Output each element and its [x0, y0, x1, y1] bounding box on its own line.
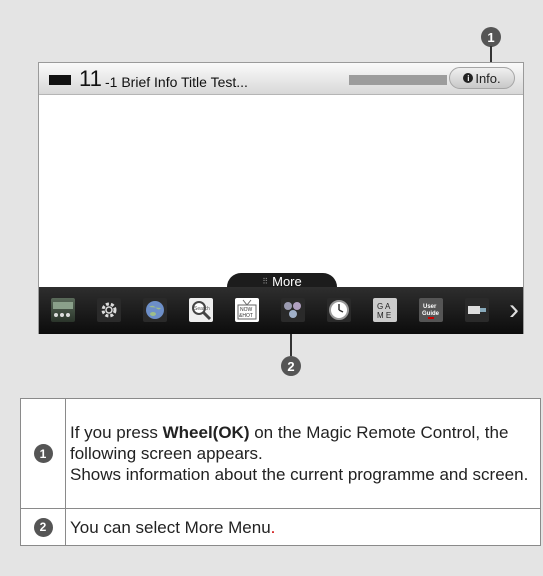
info-button-label: Info. [475, 70, 501, 86]
description-table: 1 If you press Wheel(OK) on the Magic Re… [20, 398, 541, 546]
search-icon[interactable]: Search [189, 298, 213, 322]
scroll-right-arrow-icon[interactable]: › [505, 292, 523, 328]
input-device-icon[interactable] [51, 298, 75, 322]
row-marker-1: 1 [33, 444, 53, 463]
more-menu-icon-bar: Search NOW &HOT G AM E User Guide › [39, 287, 523, 334]
info-icon: i [463, 73, 474, 83]
device-connector-icon[interactable] [465, 298, 489, 322]
grip-icon: ⠿ [262, 277, 269, 286]
clock-icon[interactable] [327, 298, 351, 322]
row-description: If you press Wheel(OK) on the Magic Remo… [65, 398, 541, 509]
tv-screen: 11 -1 Brief Info Title Test... i Info. ⠿… [38, 62, 524, 334]
svg-text:User: User [423, 304, 437, 310]
brief-info-bar: 11 -1 Brief Info Title Test... i Info. [39, 63, 523, 95]
callout-marker-2: 2 [281, 356, 301, 376]
svg-text:M E: M E [377, 311, 391, 320]
channel-title: -1 Brief Info Title Test... [105, 74, 248, 90]
channel-number: 11 [79, 66, 102, 91]
globe-icon[interactable] [143, 298, 167, 322]
row-description: You can select More Menu. [65, 508, 541, 546]
game-icon[interactable]: G AM E [373, 298, 397, 322]
svg-text:&HOT: &HOT [239, 313, 253, 319]
user-guide-icon[interactable]: User Guide [419, 298, 443, 322]
table-row: 2 You can select More Menu. [20, 508, 541, 546]
svg-text:Guide: Guide [422, 311, 440, 317]
svg-text:Search: Search [194, 306, 210, 312]
row-marker-2: 2 [33, 517, 53, 537]
info-button[interactable]: i Info. [449, 67, 515, 89]
callout-marker-1: 1 [481, 27, 501, 47]
smartshare-icon[interactable] [281, 298, 305, 322]
svg-text:G A: G A [377, 302, 391, 311]
row-marker-cell: 1 [20, 398, 66, 509]
programme-progress-bar [349, 75, 447, 85]
channel-type-icon [49, 75, 71, 85]
row-marker-cell: 2 [20, 508, 66, 546]
table-row: 1 If you press Wheel(OK) on the Magic Re… [20, 398, 541, 509]
now-and-hot-icon[interactable]: NOW &HOT [235, 298, 259, 322]
settings-gear-icon[interactable] [97, 298, 121, 322]
wheel-ok-label: Wheel(OK) [162, 423, 250, 442]
callout-leader-2 [290, 334, 292, 356]
